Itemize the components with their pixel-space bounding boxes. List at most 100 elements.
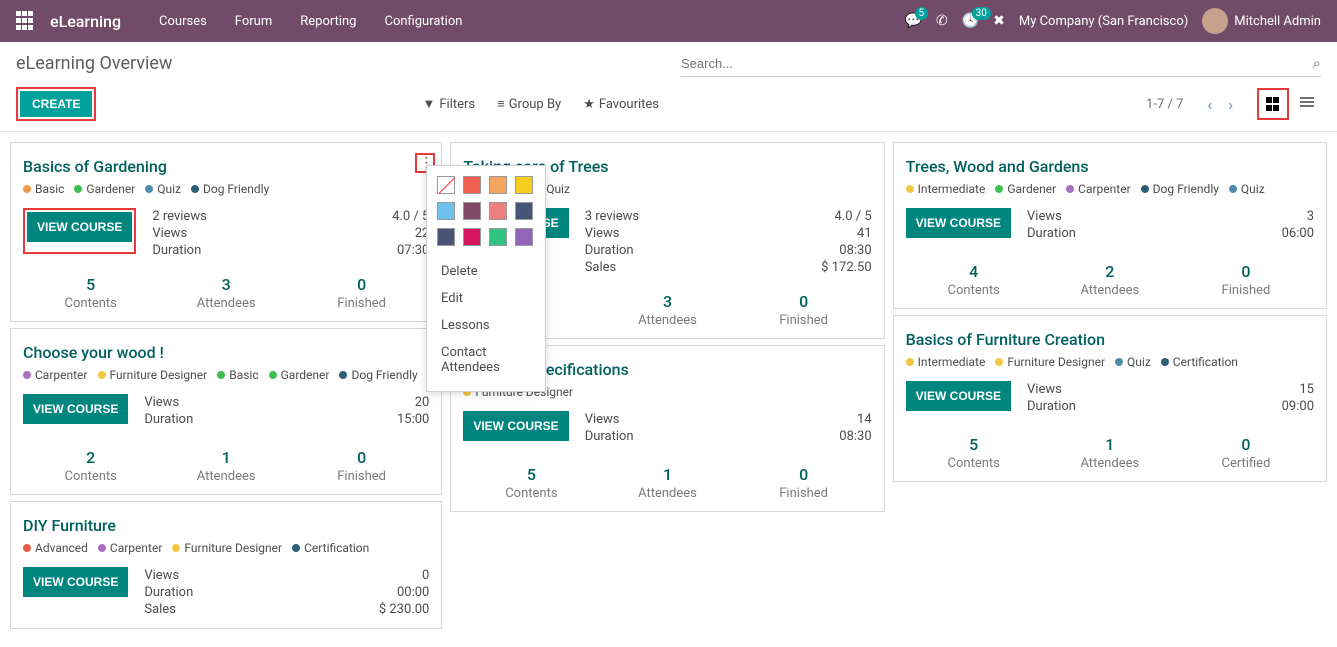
color-swatch[interactable] (437, 176, 455, 194)
stat[interactable]: 4Contents (906, 262, 1042, 298)
kanban-view-button[interactable] (1259, 90, 1287, 118)
color-swatch[interactable] (463, 228, 481, 246)
color-swatch[interactable] (437, 202, 455, 220)
view-course-button[interactable]: VIEW COURSE (906, 208, 1011, 238)
info-val: $ 230.00 (379, 602, 430, 617)
stat[interactable]: 0Finished (1178, 262, 1314, 298)
pager-prev[interactable]: ‹ (1203, 95, 1216, 114)
color-swatch[interactable] (489, 228, 507, 246)
filters-button[interactable]: ▼Filters (422, 96, 475, 112)
company-selector[interactable]: My Company (San Francisco) (1019, 14, 1188, 29)
create-button[interactable]: CREATE (20, 91, 92, 117)
stat[interactable]: 2Attendees (1042, 262, 1178, 298)
tag-label: Quiz (546, 182, 570, 196)
view-course-button[interactable]: VIEW COURSE (906, 381, 1011, 411)
user-menu[interactable]: Mitchell Admin (1202, 8, 1321, 34)
course-card[interactable]: Choose your wood !CarpenterFurniture Des… (10, 328, 442, 495)
stat[interactable]: 5Contents (906, 435, 1042, 471)
stat[interactable]: 0Finished (294, 448, 429, 484)
info-val: 20 (415, 395, 430, 410)
color-swatch[interactable] (515, 176, 533, 194)
kanban-view-highlight (1257, 88, 1289, 120)
tag-label: Furniture Designer (110, 368, 208, 382)
stats-row: 4Contents2Attendees0Finished (906, 262, 1314, 298)
color-swatch[interactable] (489, 176, 507, 194)
nav-forum[interactable]: Forum (221, 14, 286, 29)
color-swatch[interactable] (463, 202, 481, 220)
favourites-button[interactable]: ★Favourites (583, 96, 659, 112)
phone-icon[interactable]: ✆ (936, 13, 948, 29)
tag-dot-icon (1066, 185, 1074, 193)
tag-dot-icon (172, 544, 180, 552)
nav-courses[interactable]: Courses (145, 14, 221, 29)
stat[interactable]: 1Attendees (158, 448, 293, 484)
tag-label: Carpenter (110, 541, 163, 555)
stat[interactable]: 5Contents (23, 275, 158, 311)
apps-icon[interactable] (16, 11, 36, 31)
info-row: Views41 (585, 225, 872, 242)
nav-configuration[interactable]: Configuration (370, 14, 476, 29)
info-key: 3 reviews (585, 209, 639, 224)
stat[interactable]: 0Certified (1178, 435, 1314, 471)
course-card[interactable]: Trees, Wood and GardensIntermediateGarde… (893, 142, 1327, 309)
color-swatch[interactable] (515, 202, 533, 220)
course-card[interactable]: DIY FurnitureAdvancedCarpenterFurniture … (10, 501, 442, 629)
stat-label: Finished (1178, 283, 1314, 298)
star-icon: ★ (583, 97, 595, 112)
course-card[interactable]: Basics of Furniture CreationIntermediate… (893, 315, 1327, 482)
stat[interactable]: 3Attendees (599, 292, 735, 328)
stat[interactable]: 3Attendees (158, 275, 293, 311)
dropdown-item[interactable]: Delete (437, 258, 535, 285)
stat[interactable]: 0Finished (736, 292, 872, 328)
tag-list: BasicGardenerQuizDog Friendly (23, 182, 429, 196)
search-input[interactable] (681, 56, 1313, 71)
tag: Carpenter (98, 541, 163, 555)
tag: Certification (1161, 355, 1238, 369)
search-icon[interactable]: ⌕ (1313, 54, 1321, 72)
list-view-button[interactable] (1293, 88, 1321, 116)
view-course-button[interactable]: VIEW COURSE (23, 394, 128, 424)
stat[interactable]: 2Contents (23, 448, 158, 484)
messages-icon[interactable]: 💬5 (905, 13, 922, 29)
course-card[interactable]: Basics of GardeningBasicGardenerQuizDog … (10, 142, 442, 322)
dropdown-item[interactable]: Edit (437, 285, 535, 312)
tag-label: Furniture Designer (184, 541, 282, 555)
info-row: Duration07:30 (152, 242, 429, 259)
create-highlight: CREATE (16, 87, 96, 121)
tag-dot-icon (191, 185, 199, 193)
nav-reporting[interactable]: Reporting (286, 14, 370, 29)
tag-list: IntermediateGardenerCarpenterDog Friendl… (906, 182, 1314, 196)
pager-next[interactable]: › (1224, 95, 1237, 114)
dropdown-item[interactable]: Contact Attendees (437, 339, 535, 381)
info-key: Views (144, 395, 179, 410)
stat-label: Contents (906, 283, 1042, 298)
tag: Basic (23, 182, 64, 196)
groupby-button[interactable]: ≡Group By (497, 96, 561, 112)
search-bar[interactable]: ⌕ (681, 50, 1321, 77)
stat[interactable]: 1Attendees (1042, 435, 1178, 471)
color-swatch[interactable] (489, 202, 507, 220)
breadcrumb: eLearning Overview (16, 53, 681, 74)
stat[interactable]: 5Contents (463, 465, 599, 501)
color-swatch[interactable] (463, 176, 481, 194)
tag-dot-icon (339, 371, 347, 379)
dropdown-item[interactable]: Lessons (437, 312, 535, 339)
color-swatch[interactable] (515, 228, 533, 246)
info-key: Duration (144, 585, 193, 600)
view-course-button[interactable]: VIEW COURSE (23, 567, 128, 597)
stat[interactable]: 0Finished (294, 275, 429, 311)
stat-number: 1 (1042, 435, 1178, 454)
list-icon: ≡ (497, 96, 505, 112)
wrench-icon[interactable]: ✖ (993, 13, 1005, 29)
info-val: 00:00 (397, 585, 429, 600)
stat[interactable]: 0Finished (736, 465, 872, 501)
view-course-button[interactable]: VIEW COURSE (27, 212, 132, 242)
view-course-button[interactable]: VIEW COURSE (463, 411, 568, 441)
info-row: 3 reviews4.0 / 5 (585, 208, 872, 225)
activity-icon[interactable]: 🕓30 (962, 13, 979, 29)
tag-label: Gardener (1007, 182, 1056, 196)
info-row: Views14 (585, 411, 872, 428)
color-swatch[interactable] (437, 228, 455, 246)
stat[interactable]: 1Attendees (599, 465, 735, 501)
info-table: Views0Duration00:00Sales$ 230.00 (144, 567, 429, 618)
